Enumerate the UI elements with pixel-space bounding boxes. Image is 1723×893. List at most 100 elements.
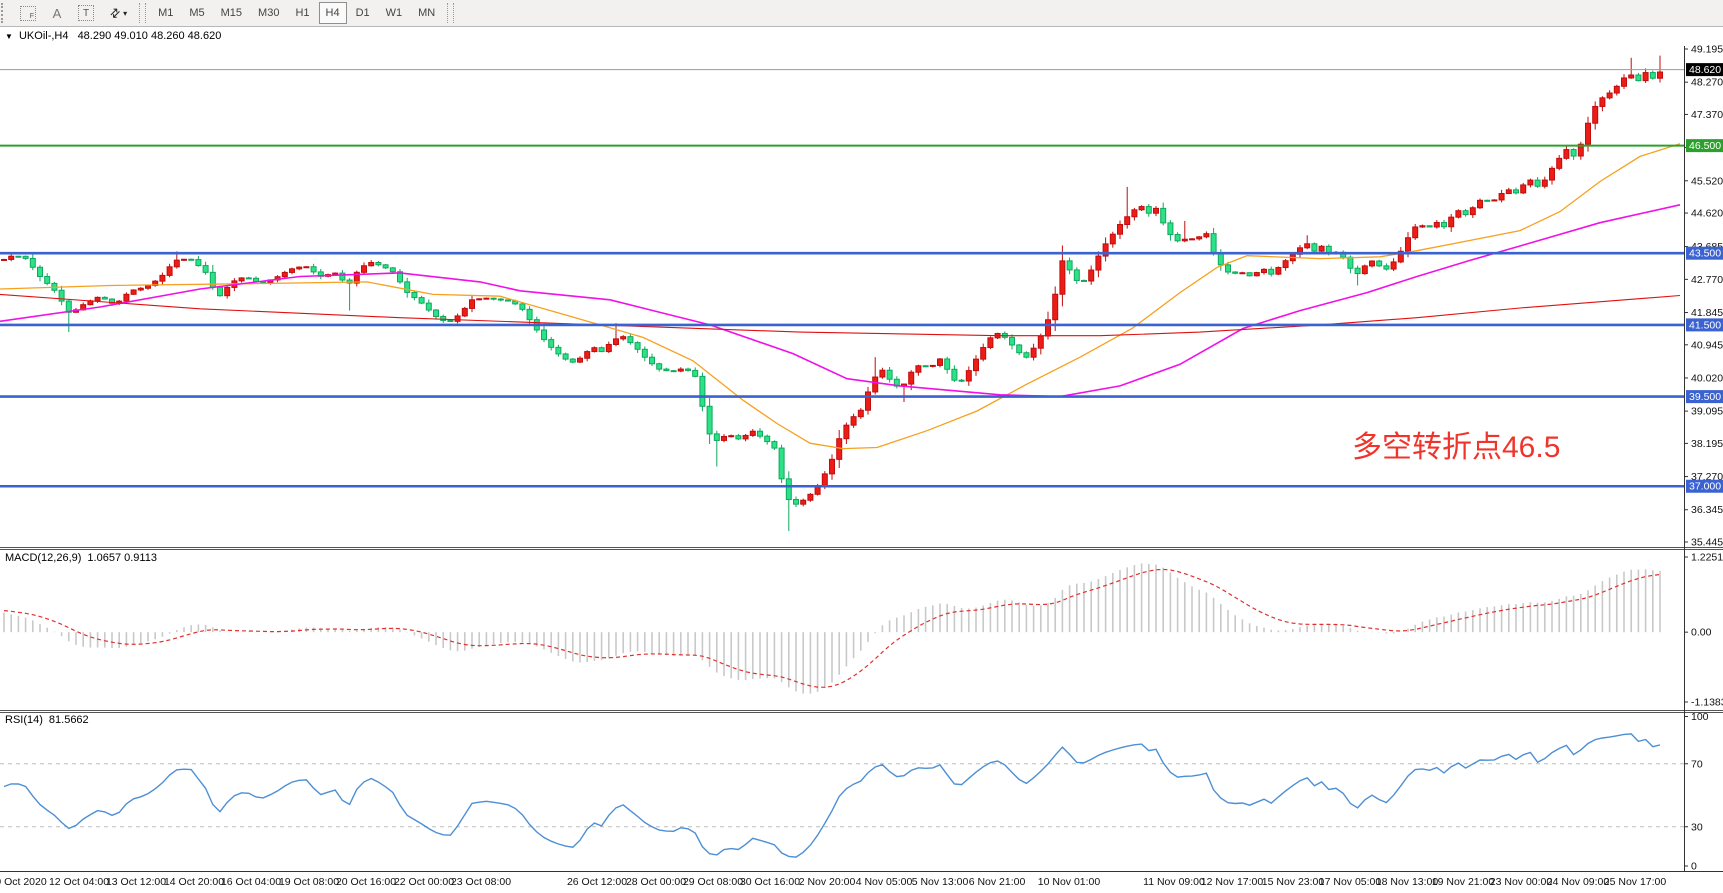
macd-axis-label: 1.2251 <box>1691 552 1723 564</box>
rsi-axis-label: 30 <box>1691 821 1703 833</box>
time-axis-label: 4 Nov 05:00 <box>856 876 913 888</box>
time-axis-label: 2 Nov 20:00 <box>799 876 856 888</box>
timeframe-mn-button[interactable]: MN <box>411 2 442 24</box>
timeframe-m15-button[interactable]: M15 <box>214 2 249 24</box>
candle <box>1067 261 1072 270</box>
candle <box>1427 226 1432 227</box>
timeframe-m5-button[interactable]: M5 <box>182 2 211 24</box>
timeframe-d1-button[interactable]: D1 <box>349 2 377 24</box>
toolbar-grip[interactable] <box>1 3 9 23</box>
candle <box>916 366 921 372</box>
candle <box>527 309 532 319</box>
rsi-pane[interactable] <box>0 734 1684 857</box>
candle <box>362 266 367 273</box>
symbol-dropdown-icon[interactable]: ▼ <box>5 32 13 41</box>
candle <box>1132 210 1137 217</box>
candle <box>1420 226 1425 227</box>
timeframe-m1-button[interactable]: M1 <box>151 2 180 24</box>
time-axis-label: 10 Nov 01:00 <box>1038 876 1101 888</box>
price-axis-label: 40.020 <box>1691 372 1723 384</box>
time-axis-label: 22 Oct 00:00 <box>394 876 454 888</box>
candle <box>844 425 849 439</box>
timeframe-m30-button[interactable]: M30 <box>251 2 286 24</box>
candle <box>196 260 201 266</box>
time-axis-label: 14 Oct 20:00 <box>164 876 224 888</box>
time-axis-label: 9 Oct 2020 <box>0 876 47 888</box>
candle <box>729 436 734 437</box>
text-label-glyph: T <box>78 5 94 21</box>
chart-title[interactable]: ▼ UKOil-,H4 48.290 49.010 48.260 48.620 <box>5 30 221 42</box>
candle <box>506 300 511 301</box>
candle <box>390 268 395 272</box>
time-axis-label: 5 Nov 13:00 <box>912 876 969 888</box>
candle <box>1629 75 1634 78</box>
cursor-modes-icon[interactable]: ⇄ ▾ <box>103 2 134 24</box>
candle <box>131 290 136 294</box>
rsi-axis-label: 0 <box>1691 861 1697 873</box>
price-level-box-value: 37.000 <box>1689 481 1721 493</box>
candle <box>426 303 431 310</box>
candle <box>1060 261 1065 294</box>
candle <box>707 406 712 434</box>
annotate-text-icon[interactable]: A <box>45 2 69 24</box>
candle <box>124 294 129 301</box>
candle <box>455 316 460 321</box>
candle <box>16 256 21 257</box>
candle <box>1118 225 1123 235</box>
template-f-icon[interactable]: F <box>13 2 43 24</box>
candle <box>686 369 691 370</box>
candle <box>570 359 575 362</box>
candle <box>657 364 662 369</box>
candle <box>1434 223 1439 227</box>
timeframe-h1-button[interactable]: H1 <box>288 2 316 24</box>
price-axis-label: 35.445 <box>1691 536 1723 548</box>
price-level-box-value: 46.500 <box>1689 140 1721 152</box>
rsi-axis-label: 70 <box>1691 758 1703 770</box>
candle <box>102 297 107 299</box>
timeframe-w1-button[interactable]: W1 <box>379 2 410 24</box>
candle <box>1197 237 1202 239</box>
dropdown-caret-icon: ▾ <box>123 9 127 18</box>
price-axis-label: 42.770 <box>1691 274 1723 286</box>
candle <box>808 494 813 500</box>
candle <box>671 371 676 372</box>
candle <box>1485 200 1490 201</box>
annotate-text-glyph: A <box>53 6 62 21</box>
price-axis-label: 40.945 <box>1691 339 1723 351</box>
candle <box>462 308 467 316</box>
candle <box>1168 223 1173 235</box>
candle <box>419 298 424 304</box>
candle <box>628 337 633 343</box>
candle <box>923 366 928 367</box>
time-axis-label: 13 Oct 12:00 <box>106 876 166 888</box>
candle <box>23 256 28 258</box>
candle <box>1146 207 1151 214</box>
candle <box>1571 150 1576 156</box>
rsi-line <box>4 734 1660 857</box>
candle <box>1240 273 1245 274</box>
candle <box>1125 217 1130 225</box>
macd-values: 1.0657 0.9113 <box>87 552 157 564</box>
rsi-axis-label: 100 <box>1691 711 1709 723</box>
candle <box>239 278 244 281</box>
macd-indicator-label: MACD(12,26,9)1.0657 0.9113 <box>5 552 157 564</box>
candle <box>1355 268 1360 273</box>
candle <box>1276 268 1281 275</box>
candle <box>938 359 943 365</box>
candle <box>520 304 525 309</box>
candle <box>750 431 755 435</box>
text-label-tool-icon[interactable]: T <box>71 2 101 24</box>
candle <box>1312 244 1317 251</box>
toolbar-separator <box>447 3 454 23</box>
candle <box>1442 223 1447 227</box>
macd-pane[interactable] <box>4 563 1660 693</box>
candle <box>1175 235 1180 241</box>
candle <box>1564 150 1569 159</box>
price-axis-label: 44.620 <box>1691 208 1723 220</box>
candle <box>988 338 993 348</box>
candle <box>1096 256 1101 270</box>
time-axis-label: 12 Nov 17:00 <box>1201 876 1264 888</box>
timeframe-h4-button[interactable]: H4 <box>319 2 347 24</box>
rsi-value: 81.5662 <box>49 714 89 726</box>
time-axis-label: 15 Nov 23:00 <box>1262 876 1325 888</box>
